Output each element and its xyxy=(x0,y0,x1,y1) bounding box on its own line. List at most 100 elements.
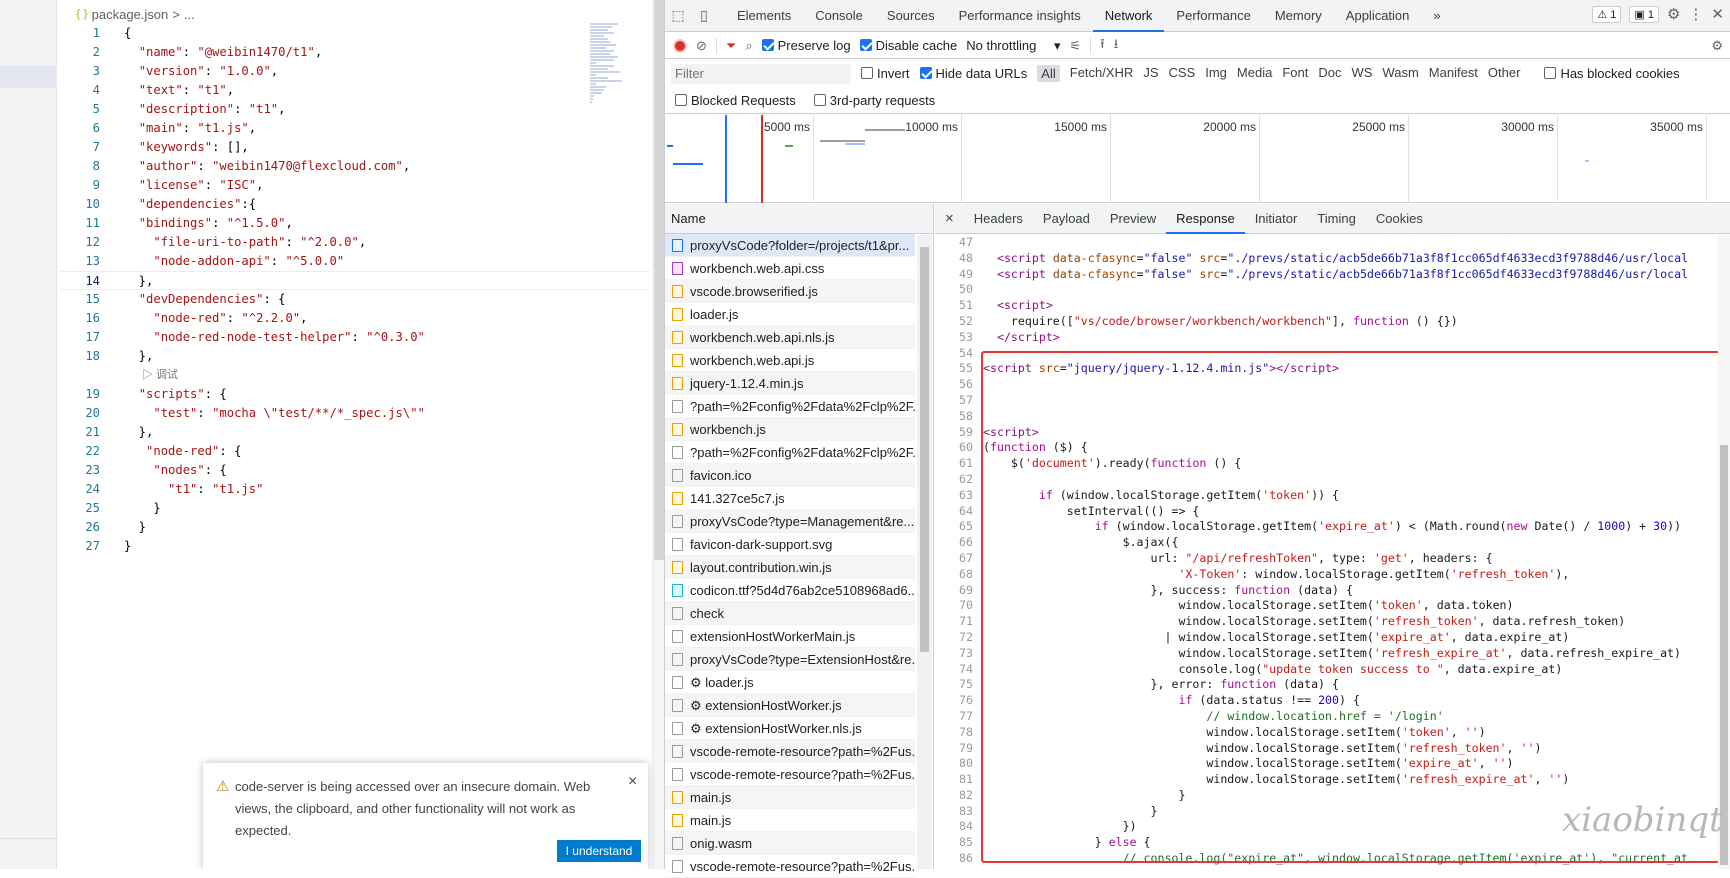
request-row[interactable]: proxyVsCode?type=ExtensionHost&re... xyxy=(665,648,915,671)
request-row[interactable]: vscode.browserified.js xyxy=(665,280,915,303)
detail-tab-timing[interactable]: Timing xyxy=(1307,204,1366,234)
filter-type-img[interactable]: Img xyxy=(1205,65,1227,82)
request-row[interactable]: favicon-dark-support.svg xyxy=(665,533,915,556)
request-row[interactable]: extensionHostWorkerMain.js xyxy=(665,625,915,648)
editor-scrollbar[interactable] xyxy=(652,0,664,869)
request-row[interactable]: ⚙ extensionHostWorker.js xyxy=(665,694,915,717)
response-body[interactable]: 47 48 <script data-cfasync="false" src=".… xyxy=(935,235,1717,869)
tab-memory[interactable]: Memory xyxy=(1263,0,1334,32)
third-party-checkbox[interactable]: 3rd-party requests xyxy=(813,93,935,108)
request-row[interactable]: proxyVsCode?folder=/projects/t1&pr... xyxy=(665,234,915,257)
detail-tab-payload[interactable]: Payload xyxy=(1033,204,1100,234)
close-icon[interactable]: × xyxy=(628,773,637,791)
request-row[interactable]: favicon.ico xyxy=(665,464,915,487)
device-toolbar-icon[interactable]: ▯ xyxy=(691,7,717,24)
preserve-log-checkbox[interactable]: Preserve log xyxy=(761,38,851,53)
blocked-cookies-checkbox[interactable]: Has blocked cookies xyxy=(1544,66,1680,81)
warnings-badge[interactable]: ⚠ 1 xyxy=(1592,5,1622,23)
disable-cache-checkbox[interactable]: Disable cache xyxy=(859,38,957,53)
filter-type-doc[interactable]: Doc xyxy=(1318,65,1341,82)
name-column-header[interactable]: Name xyxy=(665,204,933,234)
close-detail-icon[interactable]: × xyxy=(935,204,964,234)
response-scrollbar[interactable] xyxy=(1718,235,1730,869)
record-icon[interactable] xyxy=(673,38,687,53)
request-row[interactable]: main.js xyxy=(665,809,915,832)
request-list-scrollbar[interactable] xyxy=(917,235,932,869)
more-tabs-icon[interactable]: » xyxy=(1421,0,1452,32)
gear-icon[interactable]: ⚙ xyxy=(1667,5,1680,23)
filter-input[interactable] xyxy=(671,63,851,84)
request-row[interactable]: workbench.web.api.nls.js xyxy=(665,326,915,349)
debug-codelens[interactable]: ▷ 调试 xyxy=(60,366,650,385)
filter-type-css[interactable]: CSS xyxy=(1169,65,1196,82)
request-row[interactable]: layout.contribution.win.js xyxy=(665,556,915,579)
detail-tab-response[interactable]: Response xyxy=(1166,204,1245,234)
filter-type-fetch-xhr[interactable]: Fetch/XHR xyxy=(1070,65,1134,82)
invert-check[interactable] xyxy=(861,67,873,79)
breadcrumb-file[interactable]: package.json xyxy=(92,7,169,22)
network-overview-timeline[interactable]: 5000 ms 10000 ms 15000 ms 20000 ms 25000 ms 3… xyxy=(665,115,1730,203)
request-row[interactable]: ⚙ extensionHostWorker.nls.js xyxy=(665,717,915,740)
request-row[interactable]: onig.wasm xyxy=(665,832,915,855)
request-row[interactable]: ⚙ loader.js xyxy=(665,671,915,694)
request-row[interactable]: vscode-remote-resource?path=%2Fus... xyxy=(665,740,915,763)
tab-performance[interactable]: Performance xyxy=(1164,0,1262,32)
inspect-element-icon[interactable]: ⬚ xyxy=(665,7,691,24)
minimap[interactable] xyxy=(590,22,634,103)
filter-type-manifest[interactable]: Manifest xyxy=(1429,65,1478,82)
request-row[interactable]: ?path=%2Fconfig%2Fdata%2Fclp%2F... xyxy=(665,395,915,418)
filter-type-all[interactable]: All xyxy=(1037,65,1060,82)
request-row[interactable]: jquery-1.12.4.min.js xyxy=(665,372,915,395)
kebab-menu-icon[interactable]: ⋮ xyxy=(1688,5,1703,23)
scrollbar-thumb[interactable] xyxy=(654,0,664,560)
request-row[interactable]: ?path=%2Fconfig%2Fdata%2Fclp%2F... xyxy=(665,441,915,464)
export-har-icon[interactable]: ⭳ xyxy=(1114,35,1119,57)
request-row[interactable]: workbench.web.api.css xyxy=(665,257,915,280)
filter-type-ws[interactable]: WS xyxy=(1351,65,1372,82)
filter-type-other[interactable]: Other xyxy=(1488,65,1521,82)
scrollbar-thumb[interactable] xyxy=(920,247,929,652)
throttling-select[interactable]: No throttling ▾ xyxy=(966,38,1060,54)
import-har-icon[interactable]: ⭱ xyxy=(1100,35,1105,57)
request-row[interactable]: codicon.ttf?5d4d76ab2ce5108968ad6... xyxy=(665,579,915,602)
blocked-requests-check[interactable] xyxy=(675,94,687,106)
filter-type-font[interactable]: Font xyxy=(1282,65,1308,82)
request-row[interactable]: workbench.js xyxy=(665,418,915,441)
clear-icon[interactable]: ⊘ xyxy=(696,38,707,54)
request-row[interactable]: workbench.web.api.js xyxy=(665,349,915,372)
request-row[interactable]: check xyxy=(665,602,915,625)
code-editor[interactable]: 1{2 "name": "@weibin1470/t1", 3 "version"… xyxy=(60,24,650,556)
close-devtools-icon[interactable]: ✕ xyxy=(1711,5,1724,23)
detail-tab-cookies[interactable]: Cookies xyxy=(1366,204,1433,234)
disable-cache-check[interactable] xyxy=(859,39,872,51)
filter-type-js[interactable]: JS xyxy=(1143,65,1158,82)
network-conditions-icon[interactable]: ⚟ xyxy=(1069,38,1081,54)
search-icon[interactable]: ⌕ xyxy=(745,38,752,54)
request-row[interactable]: main.js xyxy=(665,786,915,809)
tab-application[interactable]: Application xyxy=(1334,0,1422,32)
tab-network[interactable]: Network xyxy=(1092,0,1165,32)
tab-console[interactable]: Console xyxy=(803,0,875,32)
filter-type-media[interactable]: Media xyxy=(1237,65,1272,82)
i-understand-button[interactable]: I understand xyxy=(557,840,641,862)
blocked-cookies-check[interactable] xyxy=(1544,67,1557,79)
filter-funnel-icon[interactable]: ⏷ xyxy=(726,38,736,54)
tab-elements[interactable]: Elements xyxy=(725,0,803,32)
request-row[interactable]: proxyVsCode?type=Management&re... xyxy=(665,510,915,533)
invert-checkbox[interactable]: Invert xyxy=(861,66,910,81)
preserve-log-check[interactable] xyxy=(761,39,774,51)
request-row[interactable]: loader.js xyxy=(665,303,915,326)
hide-data-urls-checkbox[interactable]: Hide data URLs xyxy=(919,66,1027,81)
filter-type-wasm[interactable]: Wasm xyxy=(1382,65,1418,82)
messages-badge[interactable]: ▣ 1 xyxy=(1629,5,1659,23)
request-row[interactable]: 141.327ce5c7.js xyxy=(665,487,915,510)
tab-performance-insights[interactable]: Performance insights xyxy=(947,0,1093,32)
tab-sources[interactable]: Sources xyxy=(875,0,947,32)
request-row[interactable]: vscode-remote-resource?path=%2Fus... xyxy=(665,763,915,786)
blocked-requests-checkbox[interactable]: Blocked Requests xyxy=(675,93,796,108)
network-settings-icon[interactable]: ⚙ xyxy=(1711,38,1723,54)
detail-tab-initiator[interactable]: Initiator xyxy=(1245,204,1308,234)
detail-tab-headers[interactable]: Headers xyxy=(964,204,1033,234)
breadcrumb-more[interactable]: ... xyxy=(184,7,195,22)
hide-data-urls-check[interactable] xyxy=(919,67,932,79)
